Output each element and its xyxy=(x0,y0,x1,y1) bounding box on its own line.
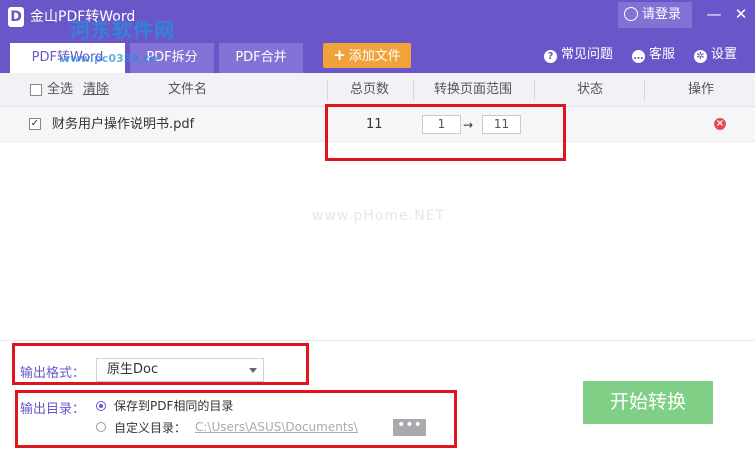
clear-link[interactable]: 清除 xyxy=(83,82,109,98)
delete-icon[interactable]: × xyxy=(714,118,726,130)
column-divider xyxy=(413,80,414,100)
service-label: 客服 xyxy=(649,47,676,62)
output-format-label: 输出格式： xyxy=(20,366,86,381)
login-button[interactable]: 请登录 xyxy=(618,2,692,28)
service-link[interactable]: … 客服 xyxy=(632,46,675,64)
gear-icon: ✲ xyxy=(694,50,707,63)
custom-path-link[interactable]: C:\Users\ASUS\Documents\ xyxy=(195,420,358,434)
column-divider xyxy=(644,80,645,100)
add-file-button[interactable]: + 添加文件 xyxy=(323,43,411,68)
row-filename: 财务用户操作说明书.pdf xyxy=(52,117,195,132)
login-label: 请登录 xyxy=(642,7,682,22)
chat-icon: … xyxy=(632,50,645,63)
output-dir-label: 输出目录： xyxy=(20,402,86,417)
same-directory-label: 保存到PDF相同的目录 xyxy=(114,399,234,413)
start-convert-button[interactable]: 开始转换 xyxy=(583,381,713,424)
column-actions: 操作 xyxy=(688,82,715,97)
question-icon: ? xyxy=(544,50,557,63)
watermark-center: www.pHome.NET xyxy=(312,208,446,224)
watermark-url: www.pc0359.cn xyxy=(60,52,158,65)
output-format-value: 原生Doc xyxy=(107,362,159,377)
section-divider xyxy=(0,340,755,341)
minimize-button[interactable]: — xyxy=(704,4,724,24)
custom-directory-label: 自定义目录： xyxy=(114,421,187,435)
radio-same-directory[interactable] xyxy=(96,401,106,411)
app-logo-icon: D xyxy=(8,7,24,27)
select-all-checkbox[interactable] xyxy=(30,84,42,96)
column-total-pages: 总页数 xyxy=(350,82,390,97)
settings-link[interactable]: ✲ 设置 xyxy=(694,46,737,64)
column-divider xyxy=(534,80,535,100)
column-status: 状态 xyxy=(577,82,604,97)
highlight-page-range xyxy=(325,104,566,161)
faq-label: 常见问题 xyxy=(561,47,614,62)
output-format-select[interactable]: 原生Doc xyxy=(96,358,264,382)
tab-pdf-merge[interactable]: PDF合并 xyxy=(219,43,303,73)
select-all-label: 全选 xyxy=(47,82,74,97)
row-checkbox[interactable]: ✓ xyxy=(29,118,41,130)
column-page-range: 转换页面范围 xyxy=(434,82,513,97)
faq-link[interactable]: ? 常见问题 xyxy=(544,46,613,64)
column-filename: 文件名 xyxy=(168,82,208,97)
settings-label: 设置 xyxy=(711,47,738,62)
radio-custom-directory[interactable] xyxy=(96,422,106,432)
chevron-down-icon xyxy=(249,368,257,373)
browse-button[interactable]: ••• xyxy=(393,418,426,436)
plus-icon: + xyxy=(333,46,346,64)
watermark-brand: 河东软件网 xyxy=(70,18,175,42)
user-icon xyxy=(624,7,638,21)
close-button[interactable]: ✕ xyxy=(731,4,751,24)
add-file-label: 添加文件 xyxy=(348,49,401,64)
column-divider xyxy=(327,80,328,100)
